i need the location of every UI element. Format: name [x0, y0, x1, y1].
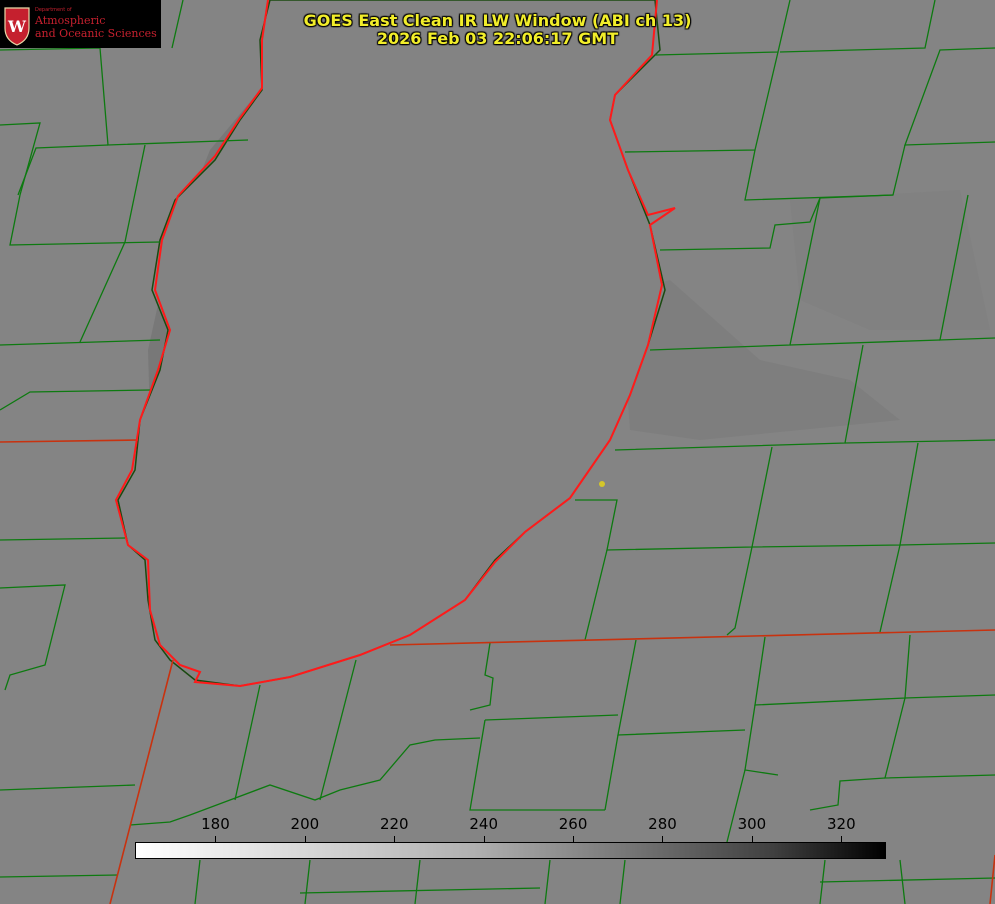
colorbar-tick-label: 280 [648, 815, 677, 833]
colorbar-tick-label: 220 [379, 815, 409, 833]
location-marker [599, 481, 605, 487]
image-title: GOES East Clean IR LW Window (ABI ch 13) [303, 11, 692, 30]
colorbar-tick-label: 240 [469, 815, 498, 833]
colorbar-tick-label: 200 [290, 815, 320, 833]
colorbar-tick-label: 320 [826, 815, 856, 833]
colorbar-tick-mark [215, 836, 217, 842]
colorbar-tick-mark [751, 836, 753, 842]
image-timestamp: 2026 Feb 03 22:06:17 GMT [376, 29, 619, 48]
satellite-map [0, 0, 995, 904]
colorbar-tick-mark [483, 836, 485, 842]
colorbar-tick-mark [394, 836, 396, 842]
colorbar-tick-mark [573, 836, 575, 842]
colorbar-tick-mark [841, 836, 843, 842]
colorbar-tick-label: 300 [737, 815, 767, 833]
colorbar-tick-mark [304, 836, 306, 842]
temperature-colorbar [135, 842, 886, 859]
colorbar-tick-mark [662, 836, 664, 842]
colorbar-tick-label: 260 [558, 815, 588, 833]
colorbar-tick-label: 180 [201, 815, 230, 833]
